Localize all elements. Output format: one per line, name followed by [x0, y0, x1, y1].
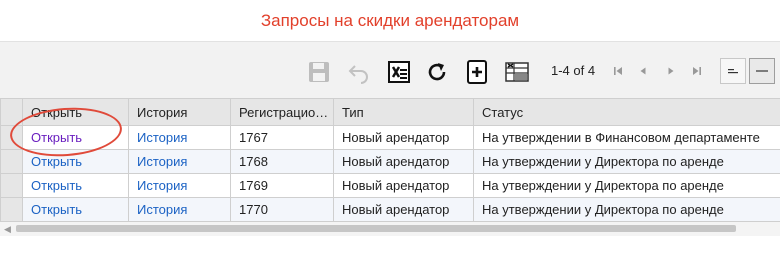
- column-header-registration[interactable]: Регистрацио…: [230, 98, 334, 126]
- column-header-open[interactable]: Открыть: [22, 98, 129, 126]
- type-cell: Новый арендатор: [333, 197, 474, 222]
- row-selector[interactable]: [0, 197, 23, 222]
- row-selector[interactable]: [0, 173, 23, 198]
- column-header-type[interactable]: Тип: [333, 98, 474, 126]
- scrollbar-thumb[interactable]: [16, 225, 736, 232]
- history-link[interactable]: История: [137, 202, 187, 217]
- open-cell: Открыть: [22, 149, 129, 174]
- open-link[interactable]: Открыть: [31, 154, 82, 169]
- page-title: Запросы на скидки арендаторам: [260, 10, 520, 30]
- page-header: Запросы на скидки арендаторам: [0, 0, 780, 42]
- table-row[interactable]: Открыть История 1770 Новый арендатор На …: [0, 197, 780, 222]
- row-selector-header[interactable]: [0, 98, 23, 126]
- history-cell: История: [128, 149, 231, 174]
- open-cell: Открыть: [22, 173, 129, 198]
- data-grid: Открыть История Регистрацио… Тип Статус …: [0, 98, 780, 222]
- toolbar: 1-4 of 4: [0, 42, 780, 98]
- history-cell: История: [128, 197, 231, 222]
- open-link[interactable]: Открыть: [31, 130, 82, 145]
- status-cell: На утверждении у Директора по аренде: [473, 149, 780, 174]
- type-cell: Новый арендатор: [333, 149, 474, 174]
- add-document-icon[interactable]: [463, 58, 491, 86]
- status-cell: На утверждении в Финансовом департаменте: [473, 125, 780, 150]
- list-view-icon[interactable]: [720, 58, 746, 84]
- history-link[interactable]: История: [137, 154, 187, 169]
- refresh-icon[interactable]: [423, 58, 451, 86]
- history-cell: История: [128, 173, 231, 198]
- table-row[interactable]: Открыть История 1768 Новый арендатор На …: [0, 149, 780, 174]
- open-link[interactable]: Открыть: [31, 178, 82, 193]
- type-cell: Новый арендатор: [333, 125, 474, 150]
- scroll-left-icon[interactable]: ◀: [4, 224, 11, 235]
- table-row[interactable]: Открыть История 1767 Новый арендатор На …: [0, 125, 780, 150]
- horizontal-scrollbar[interactable]: ◀: [0, 222, 780, 236]
- open-cell: Открыть: [22, 125, 129, 150]
- save-icon[interactable]: [305, 58, 333, 86]
- history-link[interactable]: История: [137, 130, 187, 145]
- column-header-history[interactable]: История: [128, 98, 231, 126]
- column-header-status[interactable]: Статус: [473, 98, 780, 126]
- undo-icon[interactable]: [345, 58, 373, 86]
- first-page-icon[interactable]: [611, 64, 625, 78]
- row-selector[interactable]: [0, 125, 23, 150]
- status-cell: На утверждении у Директора по аренде: [473, 173, 780, 198]
- status-cell: На утверждении у Директора по аренде: [473, 197, 780, 222]
- registration-cell: 1770: [230, 197, 334, 222]
- pager-text: 1-4 of 4: [551, 63, 596, 78]
- row-selector[interactable]: [0, 149, 23, 174]
- type-cell: Новый арендатор: [333, 173, 474, 198]
- last-page-icon[interactable]: [690, 64, 704, 78]
- table-row[interactable]: Открыть История 1769 Новый арендатор На …: [0, 173, 780, 198]
- export-excel-icon[interactable]: [385, 58, 413, 86]
- registration-cell: 1768: [230, 149, 334, 174]
- prev-page-icon[interactable]: [636, 64, 650, 78]
- header-row: Открыть История Регистрацио… Тип Статус: [0, 98, 780, 126]
- registration-cell: 1767: [230, 125, 334, 150]
- open-cell: Открыть: [22, 197, 129, 222]
- history-cell: История: [128, 125, 231, 150]
- grid-view-icon[interactable]: [749, 58, 775, 84]
- next-page-icon[interactable]: [664, 64, 678, 78]
- open-link[interactable]: Открыть: [31, 202, 82, 217]
- history-link[interactable]: История: [137, 178, 187, 193]
- column-settings-icon[interactable]: [503, 58, 531, 86]
- registration-cell: 1769: [230, 173, 334, 198]
